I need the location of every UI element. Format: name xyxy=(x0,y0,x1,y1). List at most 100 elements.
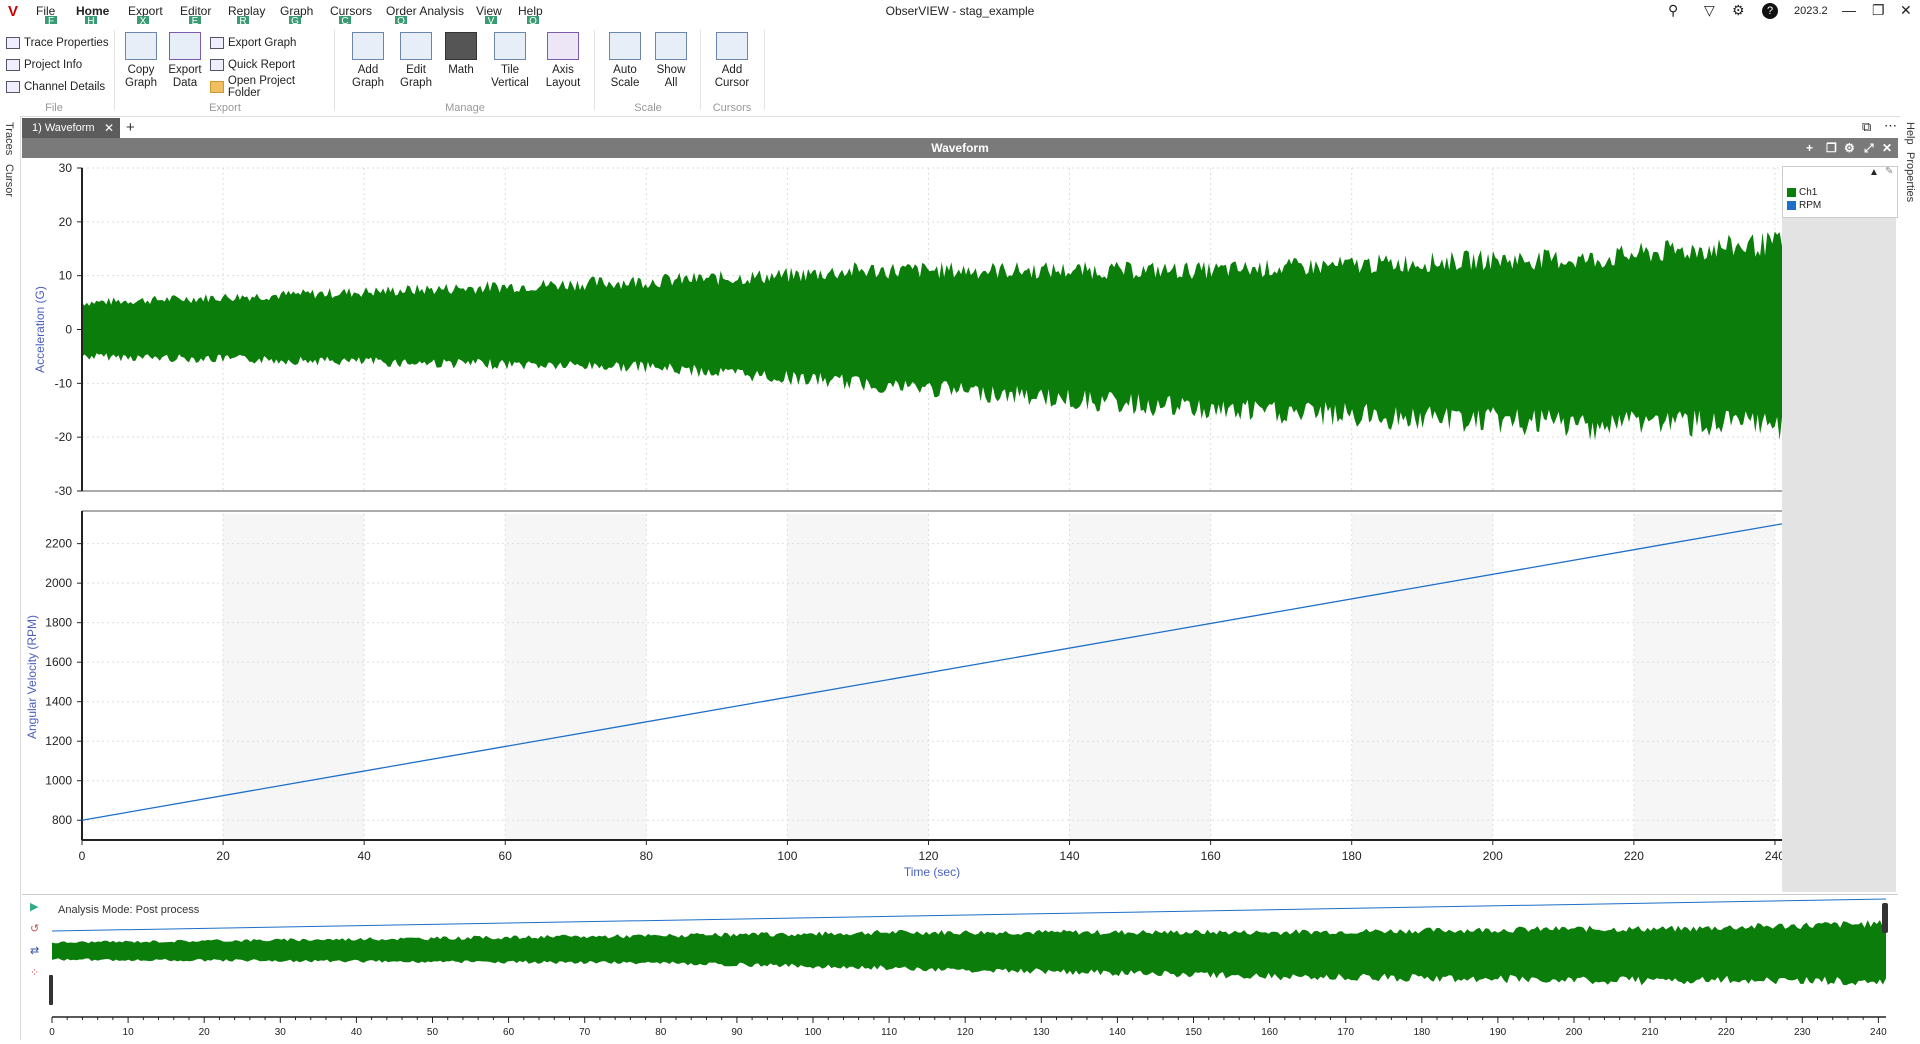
overview-tick-label: 90 xyxy=(731,1027,743,1038)
user-icon[interactable]: ⚲ xyxy=(1668,2,1678,19)
tab-waveform[interactable]: 1) Waveform ✕ xyxy=(22,118,120,138)
edit-graph-icon xyxy=(400,32,432,60)
export-graph-button[interactable]: Export Graph xyxy=(210,32,330,54)
overview-tick-label: 170 xyxy=(1337,1027,1354,1038)
copy-panel-icon[interactable]: ❐ xyxy=(1826,138,1837,158)
x-axis-label: Time (sec) xyxy=(904,865,960,879)
overview-tick-label: 70 xyxy=(579,1027,591,1038)
open-project-folder-button[interactable]: Open Project Folder xyxy=(210,75,330,99)
side-tab-cursor[interactable]: Cursor xyxy=(3,164,15,197)
x-tick-label: 60 xyxy=(499,849,513,863)
overview-tick-label: 240 xyxy=(1870,1027,1887,1038)
panel-title: Waveform xyxy=(931,141,989,155)
math-button[interactable]: Math xyxy=(440,32,482,77)
x-tick-label: 80 xyxy=(640,849,654,863)
maximize-panel-icon[interactable]: ⤢ xyxy=(1864,138,1874,158)
y-tick-label: 10 xyxy=(59,269,73,283)
export-data-button[interactable]: Export Data xyxy=(164,32,206,90)
x-tick-label: 100 xyxy=(777,849,797,863)
grid-band xyxy=(505,514,647,840)
side-tab-properties[interactable]: Properties xyxy=(1904,152,1916,202)
analysis-mode-label: Analysis Mode: Post process xyxy=(58,904,200,916)
legend-item-rpm[interactable]: RPM xyxy=(1787,200,1821,211)
overview-tick-label: 0 xyxy=(49,1027,55,1038)
gear-icon[interactable]: ⚙ xyxy=(1732,2,1745,19)
x-tick-label: 240 xyxy=(1765,849,1782,863)
document-tab-bar: 1) Waveform ✕ + ⧉ ⋯ xyxy=(22,118,1898,138)
overview-tick-label: 130 xyxy=(1033,1027,1050,1038)
channel-details-button[interactable]: Channel Details xyxy=(6,76,116,98)
y-tick-label: 1200 xyxy=(45,734,72,748)
restore-button[interactable]: ❐ xyxy=(1872,2,1885,19)
minimize-button[interactable]: — xyxy=(1842,2,1856,18)
x-tick-label: 160 xyxy=(1201,849,1221,863)
y-tick-label: 30 xyxy=(59,161,73,175)
add-tab-button[interactable]: + xyxy=(126,119,135,136)
overview-tick-label: 30 xyxy=(275,1027,287,1038)
help-icon[interactable]: ? xyxy=(1762,3,1778,19)
overview-tick-label: 180 xyxy=(1413,1027,1430,1038)
overview-tick-label: 120 xyxy=(957,1027,974,1038)
close-panel-icon[interactable]: ✕ xyxy=(1882,138,1892,158)
project-info-button[interactable]: Project Info xyxy=(6,54,116,76)
range-handle-left xyxy=(49,975,53,1005)
legend-swatch xyxy=(1787,201,1796,210)
quick-report-button[interactable]: Quick Report xyxy=(210,54,330,76)
edit-graph-button[interactable]: Edit Graph xyxy=(394,32,438,90)
copy-graph-icon xyxy=(125,32,157,60)
y-tick-label: 0 xyxy=(65,323,72,337)
filter-icon[interactable]: ▽ xyxy=(1704,2,1715,19)
tile-vertical-button[interactable]: Tile Vertical xyxy=(484,32,536,90)
grid-icon xyxy=(6,81,20,93)
panel-settings-icon[interactable]: ⚙ xyxy=(1844,138,1855,158)
table-icon xyxy=(6,37,20,49)
group-label-manage: Manage xyxy=(445,102,485,114)
y-tick-label: -10 xyxy=(55,376,73,390)
overview-tick-label: 190 xyxy=(1490,1027,1507,1038)
edit-legend-icon[interactable]: ✎ xyxy=(1885,166,1893,177)
add-graph-icon xyxy=(352,32,384,60)
copy-graph-button[interactable]: Copy Graph xyxy=(120,32,162,90)
side-tab-traces[interactable]: Traces xyxy=(3,122,15,155)
grid-band xyxy=(1633,514,1775,840)
left-side-rail: Traces Cursor xyxy=(0,116,21,1040)
add-cursor-button[interactable]: Add Cursor xyxy=(708,32,756,90)
play-icon[interactable]: ▶ xyxy=(30,900,38,913)
side-tab-help[interactable]: Help xyxy=(1904,122,1916,145)
reset-icon[interactable]: ↺ xyxy=(30,922,39,935)
magnifier-icon xyxy=(655,32,687,60)
y-tick-label: 1600 xyxy=(45,655,72,669)
auto-scale-button[interactable]: Auto Scale xyxy=(602,32,648,90)
collapse-legend-icon[interactable]: ▲ xyxy=(1869,167,1879,178)
overview-tick-label: 200 xyxy=(1566,1027,1583,1038)
top-y-axis-label: Acceleration (G) xyxy=(33,286,47,373)
auto-scale-icon xyxy=(609,32,641,60)
chart-area[interactable]: -30 -20 -10 0 10 20 30 800 1000 1200 1400 1600 1800 2… xyxy=(22,158,1898,892)
overview-tick-label: 80 xyxy=(655,1027,667,1038)
axis-layout-button[interactable]: Axis Layout xyxy=(538,32,588,90)
close-window-button[interactable]: ✕ xyxy=(1900,2,1912,19)
axis-layout-icon xyxy=(547,32,579,60)
x-tick-label: 40 xyxy=(357,849,371,863)
pop-out-icon[interactable]: ⧉ xyxy=(1862,119,1871,135)
trace-properties-button[interactable]: Trace Properties xyxy=(6,32,116,54)
overview-tick-label: 160 xyxy=(1261,1027,1278,1038)
report-icon xyxy=(210,59,224,71)
loop-icon[interactable]: ⇄ xyxy=(30,944,39,957)
add-graph-button[interactable]: Add Graph xyxy=(344,32,392,90)
legend-item-ch1[interactable]: Ch1 xyxy=(1787,187,1817,198)
marker-icon[interactable]: ⁘ xyxy=(30,966,39,979)
add-panel-icon[interactable]: + xyxy=(1806,138,1813,158)
overview-tick-label: 50 xyxy=(427,1027,439,1038)
bottom-y-axis-label: Angular Velocity (RPM) xyxy=(25,615,39,739)
close-tab-icon[interactable]: ✕ xyxy=(104,118,114,138)
overview-tick-label: 40 xyxy=(351,1027,363,1038)
overview-tick-label: 140 xyxy=(1109,1027,1126,1038)
show-all-button[interactable]: Show All xyxy=(650,32,692,90)
waveform-chart[interactable]: -30-20-100102030800100012001400160018002… xyxy=(22,158,1785,892)
version-label: 2023.2 xyxy=(1794,5,1828,17)
overview-tick-label: 220 xyxy=(1718,1027,1735,1038)
overview-chart[interactable]: 0 10 20 30 40 50 60 70 80 90 100 110 120 130 140 150 160… xyxy=(22,895,1898,1041)
y-tick-label: 20 xyxy=(59,215,73,229)
more-options-icon[interactable]: ⋯ xyxy=(1884,118,1897,134)
